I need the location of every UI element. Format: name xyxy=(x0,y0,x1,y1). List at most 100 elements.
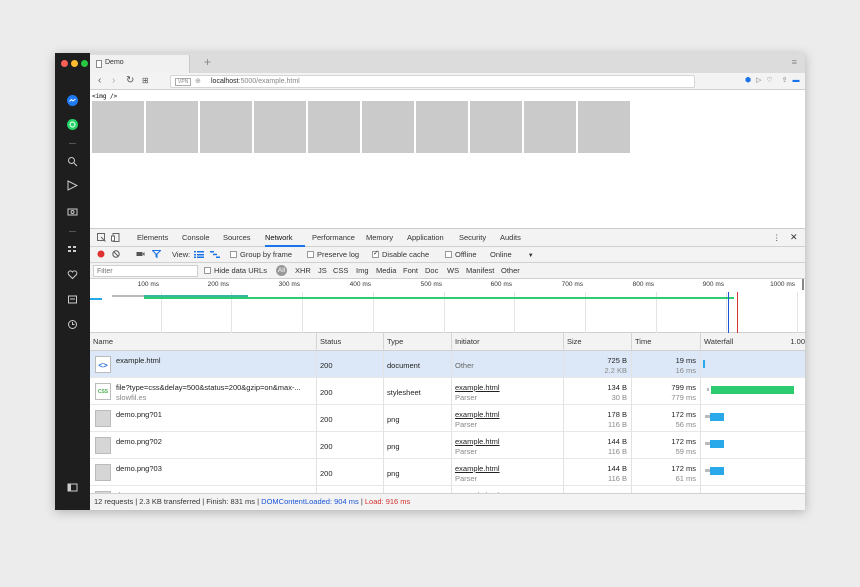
filter-doc[interactable]: Doc xyxy=(425,266,438,275)
overview-waterfall-icon[interactable] xyxy=(210,251,220,260)
play-icon[interactable]: ▷ xyxy=(756,76,761,84)
back-icon[interactable]: ‹ xyxy=(98,75,101,86)
heart-icon[interactable] xyxy=(66,269,79,282)
column-header-status[interactable]: Status xyxy=(317,333,384,351)
size-cell-secondary: 116 B xyxy=(607,474,627,483)
tab-audits[interactable]: Audits xyxy=(500,233,521,242)
tab-sources[interactable]: Sources xyxy=(223,233,251,242)
status-cell-value: 200 xyxy=(320,415,333,424)
table-row[interactable]: CSS file?type=css&delay=500&status=200&gz… xyxy=(90,378,805,405)
disable-cache-checkbox[interactable]: Disable cache xyxy=(372,249,429,259)
status-cell: 200 xyxy=(317,459,384,486)
time-cell: 174 ms xyxy=(632,486,701,493)
overview-scrollbar[interactable] xyxy=(802,279,804,290)
filter-font[interactable]: Font xyxy=(403,266,418,275)
type-cell: stylesheet xyxy=(384,378,452,405)
close-window-button[interactable] xyxy=(61,60,68,67)
table-row[interactable]: demo.png?03 200 png example.html Parser 144 B… xyxy=(90,459,805,486)
clear-icon[interactable] xyxy=(112,250,120,260)
column-header-initiator[interactable]: Initiator xyxy=(452,333,564,351)
filter-manifest[interactable]: Manifest xyxy=(466,266,494,275)
name-cell[interactable]: demo.png?01 xyxy=(90,405,317,432)
name-cell[interactable]: demo.png?02 xyxy=(90,432,317,459)
device-toolbar-icon[interactable] xyxy=(111,233,120,244)
group-by-frame-checkbox[interactable]: Group by frame xyxy=(230,250,292,259)
tab-security[interactable]: Security xyxy=(459,233,486,242)
filter-other[interactable]: Other xyxy=(501,266,520,275)
hide-data-urls-checkbox[interactable]: Hide data URLs xyxy=(204,266,267,275)
search-icon[interactable] xyxy=(66,156,79,169)
initiator-cell-value: example.html xyxy=(455,410,500,419)
notes-icon[interactable] xyxy=(66,294,79,307)
name-cell[interactable]: demo.png?04 xyxy=(90,486,317,493)
table-row[interactable]: demo.png?02 200 png example.html Parser 144 B… xyxy=(90,432,805,459)
whatsapp-icon[interactable] xyxy=(66,119,79,132)
overview-tick-label: 700 ms xyxy=(561,281,583,288)
chevron-down-icon: ▼ xyxy=(527,253,534,259)
new-tab-button[interactable]: + xyxy=(204,55,211,69)
speed-dial-icon[interactable]: ⊞ xyxy=(142,76,149,85)
maximize-window-button[interactable] xyxy=(81,60,88,67)
screenshot-capture-icon[interactable] xyxy=(136,250,145,260)
table-row[interactable]: demo.png?04 example.html144 B174 ms xyxy=(90,486,805,493)
site-info-icon[interactable]: ⊕ xyxy=(195,77,201,85)
tab-application[interactable]: Application xyxy=(407,233,444,242)
timeline-overview[interactable]: 100 ms 200 ms 300 ms 400 ms 500 ms 600 ms 700 … xyxy=(90,279,805,333)
column-header-size[interactable]: Size xyxy=(564,333,632,351)
minimize-window-button[interactable] xyxy=(71,60,78,67)
filter-ws[interactable]: WS xyxy=(447,266,459,275)
column-header-type[interactable]: Type xyxy=(384,333,452,351)
vpn-badge[interactable]: VPN xyxy=(175,78,192,86)
name-cell[interactable]: CSS file?type=css&delay=500&status=200&gz… xyxy=(90,378,317,405)
filter-all-pill[interactable]: All xyxy=(276,265,287,276)
preserve-log-checkbox[interactable]: Preserve log xyxy=(307,250,359,259)
filter-icon[interactable] xyxy=(151,250,162,260)
name-cell[interactable]: demo.png?03 xyxy=(90,459,317,486)
tab-network[interactable]: Network xyxy=(265,233,293,242)
close-icon[interactable]: ✕ xyxy=(790,232,798,243)
filter-media[interactable]: Media xyxy=(376,266,396,275)
share-icon[interactable]: ⇪ xyxy=(782,76,788,84)
initiator-cell-value: Other xyxy=(455,361,474,370)
reload-icon[interactable]: ↻ xyxy=(126,75,134,86)
filter-img[interactable]: Img xyxy=(356,266,369,275)
column-header-name[interactable]: Name xyxy=(90,333,317,351)
inspect-element-icon[interactable] xyxy=(97,233,106,244)
overview-tick-label: 900 ms xyxy=(702,281,724,288)
overview-gridline xyxy=(797,292,798,333)
column-header-waterfall[interactable]: Waterfall 1.00 xyxy=(701,333,805,351)
filter-xhr[interactable]: XHR xyxy=(295,266,311,275)
large-rows-icon[interactable] xyxy=(194,251,204,260)
filter-js[interactable]: JS xyxy=(318,266,327,275)
tab-memory[interactable]: Memory xyxy=(366,233,393,242)
filter-input[interactable] xyxy=(93,265,198,277)
more-options-icon[interactable]: ⋮ xyxy=(773,233,781,242)
tab-console[interactable]: Console xyxy=(182,233,210,242)
tab-elements[interactable]: Elements xyxy=(137,233,168,242)
filter-css[interactable]: CSS xyxy=(333,266,348,275)
shield-icon[interactable]: ⬢ xyxy=(745,76,751,84)
history-clock-icon[interactable] xyxy=(66,319,79,332)
send-icon[interactable] xyxy=(66,180,79,193)
record-icon[interactable] xyxy=(97,250,105,260)
throttling-select[interactable]: Online ▼ xyxy=(490,250,534,259)
image-file-icon xyxy=(95,464,111,481)
column-header-time[interactable]: Time xyxy=(632,333,701,351)
heart-icon[interactable]: ♡ xyxy=(766,76,772,84)
panel-toggle-icon[interactable] xyxy=(66,482,79,495)
url-field[interactable]: VPN ⊕ localhost:5000/example.html xyxy=(170,75,695,88)
name-cell[interactable]: <> example.html xyxy=(90,351,317,378)
messenger-icon[interactable] xyxy=(66,95,79,108)
camera-icon[interactable] xyxy=(66,206,79,219)
tab-performance[interactable]: Performance xyxy=(312,233,355,242)
battery-icon[interactable]: ▬ xyxy=(792,77,799,84)
apps-grid-icon[interactable] xyxy=(66,244,79,257)
size-cell-value: 134 B xyxy=(607,383,627,392)
browser-tab[interactable]: Demo xyxy=(90,55,190,73)
tab-menu-icon[interactable]: ≡ xyxy=(792,57,797,67)
type-cell-value: stylesheet xyxy=(387,388,421,397)
table-row[interactable]: demo.png?01 200 png example.html Parser 178 B… xyxy=(90,405,805,432)
forward-icon[interactable]: › xyxy=(112,75,115,86)
table-row[interactable]: <> example.html 200 document Other 725 B 2.2 K… xyxy=(90,351,805,378)
offline-checkbox[interactable]: Offline xyxy=(445,250,477,259)
